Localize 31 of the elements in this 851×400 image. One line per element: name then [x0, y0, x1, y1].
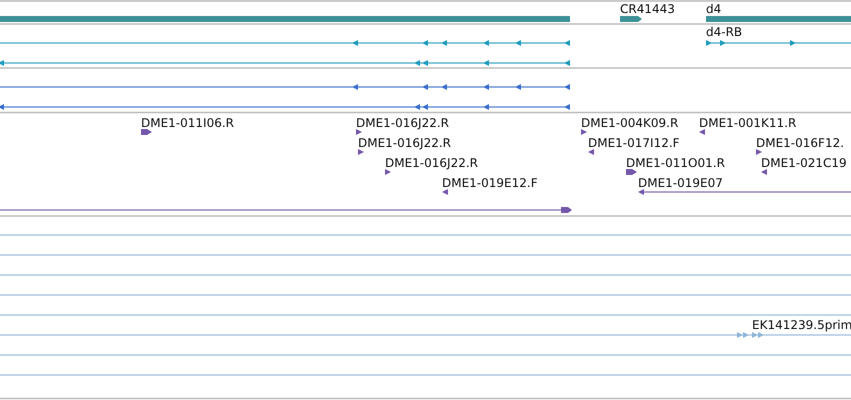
read-marker-icon[interactable]: [626, 169, 637, 175]
read-label: DME1-016J22.R: [358, 136, 452, 150]
transcript-drawing[interactable]: [706, 40, 851, 46]
read-label: DME1-004K09.R: [581, 116, 678, 130]
gene-label: d4: [706, 2, 722, 16]
read-label: DME1-016J22.R: [385, 156, 478, 170]
read-marker-icon[interactable]: [588, 149, 594, 155]
primer-marker-icon[interactable]: [737, 332, 764, 338]
read-label: DME1-011O01.R: [626, 156, 725, 170]
read-label: DME1-017I12.F: [588, 136, 680, 150]
gene-label: CR41443: [620, 2, 675, 16]
primer-label: EK141239.5prim: [752, 318, 851, 332]
read-marker-icon[interactable]: [442, 189, 448, 195]
read-marker-icon[interactable]: [581, 129, 587, 135]
gene-bar[interactable]: [620, 16, 642, 22]
read-label: DME1-019E12.F: [442, 176, 538, 190]
read-marker-icon[interactable]: [638, 189, 644, 195]
transcript-label: d4-RB: [706, 25, 742, 39]
read-marker-icon[interactable]: [358, 149, 364, 155]
read-marker-icon[interactable]: [699, 129, 705, 135]
read-marker-icon[interactable]: [141, 129, 152, 135]
read-marker-icon[interactable]: [356, 129, 362, 135]
read-label: DME1-011I06.R: [141, 116, 234, 130]
read-label: DME1-019E07: [638, 176, 723, 190]
read-label: DME1-001K11.R: [699, 116, 796, 130]
read-label: DME1-016J22.R: [356, 116, 450, 130]
read-marker-icon[interactable]: [385, 169, 391, 175]
read-label: DME1-021C19: [761, 156, 847, 170]
read-label: DME1-016F12.: [756, 136, 844, 150]
read-marker-icon[interactable]: [761, 169, 767, 175]
read-marker-icon[interactable]: [756, 149, 762, 155]
